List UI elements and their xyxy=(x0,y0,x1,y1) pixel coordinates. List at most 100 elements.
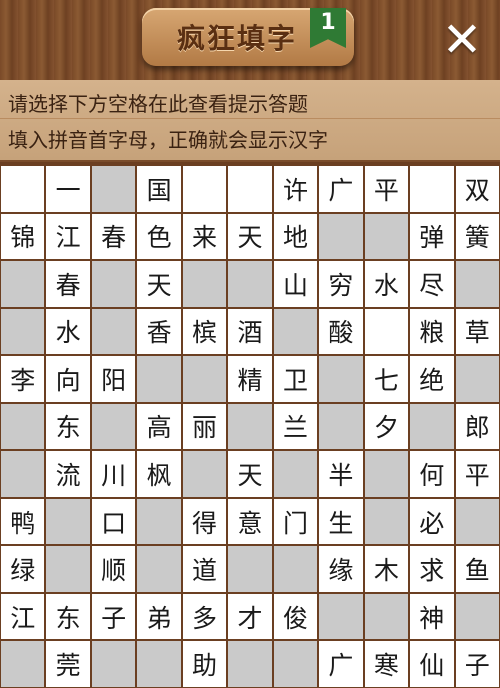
grid-cell[interactable] xyxy=(228,166,272,212)
grid-cell[interactable]: 双 xyxy=(455,166,499,212)
blocked-cell xyxy=(228,403,272,450)
grid-cell[interactable] xyxy=(1,166,45,212)
grid-cell[interactable]: 锦 xyxy=(1,213,45,260)
grid-cell[interactable]: 天 xyxy=(228,213,272,260)
grid-cell[interactable]: 来 xyxy=(182,213,227,260)
grid-cell[interactable]: 莞 xyxy=(46,641,90,687)
grid-cell[interactable]: 簧 xyxy=(455,213,499,260)
grid-cell[interactable]: 郎 xyxy=(455,403,499,450)
grid-cell[interactable]: 绝 xyxy=(410,356,454,402)
grid-cell[interactable]: 江 xyxy=(46,213,90,260)
grid-cell[interactable]: 穷 xyxy=(319,261,363,307)
grid-cell[interactable]: 口 xyxy=(91,498,136,545)
grid-cell[interactable]: 道 xyxy=(182,546,227,592)
grid-cell[interactable]: 槟 xyxy=(182,308,227,355)
grid-cell[interactable]: 精 xyxy=(228,356,272,402)
grid-cell[interactable]: 李 xyxy=(1,356,45,402)
grid-cell[interactable]: 国 xyxy=(137,166,181,212)
blocked-cell xyxy=(455,498,499,545)
grid-cell[interactable]: 兰 xyxy=(273,403,318,450)
grid-cell[interactable]: 顺 xyxy=(91,546,136,592)
grid-cell[interactable] xyxy=(182,166,227,212)
grid-cell[interactable]: 弟 xyxy=(137,593,181,640)
grid-cell[interactable]: 东 xyxy=(46,403,90,450)
grid-cell[interactable]: 弹 xyxy=(410,213,454,260)
grid-cell[interactable]: 俊 xyxy=(273,593,318,640)
blocked-cell xyxy=(1,641,45,687)
grid-cell[interactable]: 七 xyxy=(364,356,409,402)
grid-cell[interactable]: 山 xyxy=(273,261,318,307)
grid-cell[interactable]: 绿 xyxy=(1,546,45,592)
grid-cell[interactable]: 寒 xyxy=(364,641,409,687)
grid-cell[interactable]: 高 xyxy=(137,403,181,450)
grid-cell[interactable]: 天 xyxy=(137,261,181,307)
grid-cell[interactable]: 川 xyxy=(91,451,136,497)
grid-cell[interactable]: 东 xyxy=(46,593,90,640)
grid-cell[interactable]: 得 xyxy=(182,498,227,545)
grid-cell[interactable] xyxy=(364,308,409,355)
grid-cell[interactable]: 丽 xyxy=(182,403,227,450)
grid-cell[interactable]: 鱼 xyxy=(455,546,499,592)
grid-cell[interactable]: 生 xyxy=(319,498,363,545)
blocked-cell xyxy=(91,641,136,687)
blocked-cell xyxy=(137,546,181,592)
grid-cell[interactable]: 广 xyxy=(319,166,363,212)
grid-cell[interactable]: 尽 xyxy=(410,261,454,307)
blocked-cell xyxy=(273,308,318,355)
grid-cell[interactable]: 何 xyxy=(410,451,454,497)
grid-cell[interactable]: 天 xyxy=(228,451,272,497)
grid-cell[interactable]: 阳 xyxy=(91,356,136,402)
grid-cell[interactable]: 意 xyxy=(228,498,272,545)
grid-cell[interactable]: 平 xyxy=(364,166,409,212)
grid-cell[interactable]: 水 xyxy=(364,261,409,307)
blocked-cell xyxy=(137,356,181,402)
grid-cell[interactable]: 卫 xyxy=(273,356,318,402)
grid-cell[interactable]: 春 xyxy=(91,213,136,260)
grid-cell[interactable]: 半 xyxy=(319,451,363,497)
grid-cell[interactable]: 门 xyxy=(273,498,318,545)
grid-cell[interactable]: 酸 xyxy=(319,308,363,355)
grid-cell[interactable]: 广 xyxy=(319,641,363,687)
grid-cell[interactable]: 地 xyxy=(273,213,318,260)
grid-cell[interactable]: 流 xyxy=(46,451,90,497)
grid-cell[interactable]: 枫 xyxy=(137,451,181,497)
blocked-cell xyxy=(455,593,499,640)
blocked-cell xyxy=(1,261,45,307)
grid-cell[interactable]: 缘 xyxy=(319,546,363,592)
blocked-cell xyxy=(364,593,409,640)
grid-cell[interactable]: 才 xyxy=(228,593,272,640)
grid-cell[interactable]: 一 xyxy=(46,166,90,212)
grid-cell[interactable]: 求 xyxy=(410,546,454,592)
grid-cell[interactable]: 子 xyxy=(455,641,499,687)
blocked-cell xyxy=(364,498,409,545)
blocked-cell xyxy=(319,403,363,450)
grid-cell[interactable]: 仙 xyxy=(410,641,454,687)
grid-cell[interactable]: 平 xyxy=(455,451,499,497)
top-bar: 疯狂填字 1 ✕ xyxy=(0,0,500,80)
blocked-cell xyxy=(1,403,45,450)
grid-cell[interactable]: 水 xyxy=(46,308,90,355)
grid-cell[interactable]: 助 xyxy=(182,641,227,687)
grid-cell[interactable]: 色 xyxy=(137,213,181,260)
grid-cell[interactable]: 酒 xyxy=(228,308,272,355)
grid-cell[interactable]: 许 xyxy=(273,166,318,212)
grid-cell[interactable]: 夕 xyxy=(364,403,409,450)
grid-cell[interactable]: 多 xyxy=(182,593,227,640)
grid-cell[interactable]: 粮 xyxy=(410,308,454,355)
grid-cell[interactable]: 鸭 xyxy=(1,498,45,545)
grid-cell[interactable]: 向 xyxy=(46,356,90,402)
grid-cell[interactable]: 香 xyxy=(137,308,181,355)
grid-cell[interactable]: 春 xyxy=(46,261,90,307)
grid-cell[interactable]: 江 xyxy=(1,593,45,640)
grid-cell[interactable]: 神 xyxy=(410,593,454,640)
blocked-cell xyxy=(228,261,272,307)
grid-cell[interactable]: 草 xyxy=(455,308,499,355)
close-button[interactable]: ✕ xyxy=(436,14,488,66)
grid-cell[interactable]: 必 xyxy=(410,498,454,545)
blocked-cell xyxy=(1,451,45,497)
blocked-cell xyxy=(364,451,409,497)
grid-cell[interactable]: 子 xyxy=(91,593,136,640)
grid-cell[interactable]: 木 xyxy=(364,546,409,592)
crossword-board: 一国许广平双锦江春色来天地弹簧春天山穷水尽水香槟酒酸粮草李向阳精卫七绝东高丽兰夕… xyxy=(0,165,500,688)
grid-cell[interactable] xyxy=(410,166,454,212)
